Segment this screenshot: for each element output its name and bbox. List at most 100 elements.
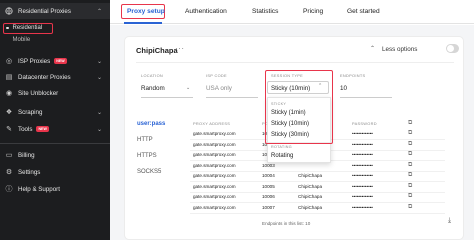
proxy-address-cell: gate.smartproxy.com bbox=[193, 194, 236, 199]
copy-all-icon[interactable]: ⧉ bbox=[408, 120, 414, 127]
tab-get-started[interactable]: Get started bbox=[347, 8, 380, 15]
sidebar-item-label: Settings bbox=[18, 168, 41, 176]
protocol-socks5[interactable]: SOCKS5 bbox=[137, 169, 161, 175]
sidebar-item-isp-proxies[interactable]: ◎ ISP Proxies NEW ⌄ bbox=[0, 53, 110, 69]
username-cell: ChipiChapa bbox=[298, 194, 323, 199]
isp-label: ISP CODE bbox=[206, 73, 227, 78]
port-cell: 10004 bbox=[262, 173, 275, 178]
row-divider bbox=[190, 212, 445, 214]
server-icon: ▤ bbox=[5, 74, 13, 81]
chevron-down-icon: ⌄ bbox=[96, 126, 102, 133]
protocol-https[interactable]: HTTPS bbox=[137, 153, 157, 159]
copy-icon[interactable]: ⧉ bbox=[408, 130, 414, 137]
protocol-http[interactable]: HTTP bbox=[137, 137, 153, 143]
scraping-icon: ❖ bbox=[5, 109, 13, 116]
port-cell: 10006 bbox=[262, 194, 275, 199]
dropdown-group-rotating: ROTATING bbox=[271, 145, 292, 149]
endpoints-underline bbox=[340, 97, 392, 98]
chevron-up-icon[interactable]: ⌃ bbox=[370, 45, 375, 52]
password-cell: ••••••••••••• bbox=[352, 173, 373, 178]
row-divider bbox=[190, 181, 445, 182]
sidebar-item-datacenter-proxies[interactable]: ▤ Datacenter Proxies ⌄ bbox=[0, 69, 110, 85]
copy-icon[interactable]: ⧉ bbox=[408, 204, 414, 211]
username-cell: ChipiChapa bbox=[298, 204, 323, 210]
protocol-userpass[interactable]: user:pass bbox=[137, 121, 165, 127]
sidebar-subitem-mobile[interactable]: Mobile bbox=[6, 37, 31, 43]
gear-icon: ⚙ bbox=[5, 169, 13, 176]
sidebar-divider bbox=[0, 143, 110, 144]
sidebar-item-residential-proxies[interactable]: Residential Proxies ⌃ bbox=[0, 3, 110, 19]
header-proxy-address: PROXY ADDRESS bbox=[193, 121, 231, 126]
tab-statistics[interactable]: Statistics bbox=[252, 8, 278, 15]
tab-authentication[interactable]: Authentication bbox=[185, 8, 227, 15]
header-password: PASSWORD bbox=[352, 121, 377, 126]
password-cell: ••••••••••••• bbox=[352, 194, 373, 199]
location-underline bbox=[141, 97, 193, 98]
chevron-down-icon: ⌄ bbox=[96, 109, 102, 116]
sidebar-item-tools[interactable]: ✎ Tools NEW ⌄ bbox=[0, 121, 110, 137]
username-cell: ChipiChapa bbox=[298, 173, 323, 178]
sidebar-item-site-unblocker[interactable]: ◉ Site Unblocker bbox=[0, 85, 110, 101]
copy-icon[interactable]: ⧉ bbox=[408, 151, 414, 158]
sidebar-subitem-label: Residential bbox=[12, 25, 43, 31]
sidebar-item-scraping[interactable]: ❖ Scraping ⌄ bbox=[0, 104, 110, 120]
chevron-down-icon[interactable]: ⌄ bbox=[186, 85, 190, 91]
proxy-address-cell: gate.smartproxy.com bbox=[193, 141, 236, 147]
port-cell: 10005 bbox=[262, 183, 275, 189]
dropdown-highlight bbox=[265, 70, 333, 144]
copy-icon[interactable]: ⧉ bbox=[408, 162, 414, 169]
row-divider bbox=[190, 191, 445, 193]
port-cell: 10007 bbox=[262, 204, 275, 210]
dropdown-option-rotating[interactable]: Rotating bbox=[271, 153, 293, 159]
sidebar-item-help-support[interactable]: ⓘ Help & Support bbox=[0, 181, 110, 197]
endpoints-input[interactable]: 10 bbox=[340, 85, 347, 92]
sidebar-item-settings[interactable]: ⚙ Settings bbox=[0, 164, 110, 180]
sidebar-item-label: ISP Proxies bbox=[18, 57, 51, 65]
username-cell: ChipiChapa bbox=[298, 183, 323, 189]
tab-pricing[interactable]: Pricing bbox=[303, 8, 323, 15]
globe-icon bbox=[5, 7, 13, 15]
proxy-address-cell: gate.smartproxy.com bbox=[193, 204, 236, 210]
setup-title: ChipiChapa bbox=[136, 46, 178, 55]
copy-icon[interactable]: ⧉ bbox=[408, 183, 414, 190]
less-options-button[interactable]: Less options bbox=[382, 46, 417, 53]
sidebar-subitem-residential[interactable]: Residential bbox=[6, 25, 42, 31]
row-divider bbox=[190, 202, 445, 203]
sidebar-item-label: Tools bbox=[18, 125, 33, 133]
chevron-down-icon: ⌄ bbox=[96, 74, 102, 81]
chevron-down-icon: ⌄ bbox=[96, 58, 102, 65]
bullet-icon bbox=[6, 39, 9, 42]
chevron-up-icon: ⌃ bbox=[96, 8, 102, 15]
password-cell: ••••••••••••• bbox=[352, 204, 373, 210]
isp-icon: ◎ bbox=[5, 58, 13, 65]
tab-proxy-setup[interactable]: Proxy setup bbox=[127, 8, 165, 15]
sidebar-item-label: Billing bbox=[18, 151, 35, 159]
location-select[interactable]: Random bbox=[141, 85, 165, 92]
new-badge: NEW bbox=[36, 126, 49, 132]
copy-icon[interactable]: ⧉ bbox=[408, 141, 414, 148]
proxy-address-cell: gate.smartproxy.com bbox=[193, 183, 236, 189]
password-cell: ••••••••••••• bbox=[352, 131, 373, 136]
sidebar-item-label: Site Unblocker bbox=[18, 89, 59, 97]
sidebar-item-label: Datacenter Proxies bbox=[18, 73, 71, 81]
password-cell: ••••••••••••• bbox=[352, 162, 373, 168]
options-toggle[interactable] bbox=[446, 44, 459, 53]
tools-icon: ✎ bbox=[6, 126, 12, 133]
password-cell: ••••••••••••• bbox=[352, 183, 373, 189]
new-badge: NEW bbox=[54, 58, 67, 64]
card-divider bbox=[136, 62, 454, 63]
sidebar-item-label: Residential Proxies bbox=[18, 7, 71, 15]
more-options-icon[interactable]: ··· bbox=[175, 44, 185, 53]
row-divider bbox=[190, 170, 445, 172]
password-cell: ••••••••••••• bbox=[352, 152, 373, 157]
download-icon[interactable]: ⤓ bbox=[448, 217, 451, 225]
sidebar-item-label: Scraping bbox=[18, 108, 43, 116]
sidebar-item-billing[interactable]: ▭ Billing bbox=[0, 147, 110, 163]
sidebar: Residential Proxies ⌃ Residential Mobile… bbox=[0, 0, 110, 240]
proxy-address-cell: gate.smartproxy.com bbox=[193, 173, 236, 178]
isp-underline bbox=[206, 97, 258, 98]
copy-icon[interactable]: ⧉ bbox=[408, 193, 414, 200]
copy-icon[interactable]: ⧉ bbox=[408, 172, 414, 179]
password-cell: ••••••••••••• bbox=[352, 141, 373, 147]
sidebar-item-label: Help & Support bbox=[18, 185, 60, 193]
